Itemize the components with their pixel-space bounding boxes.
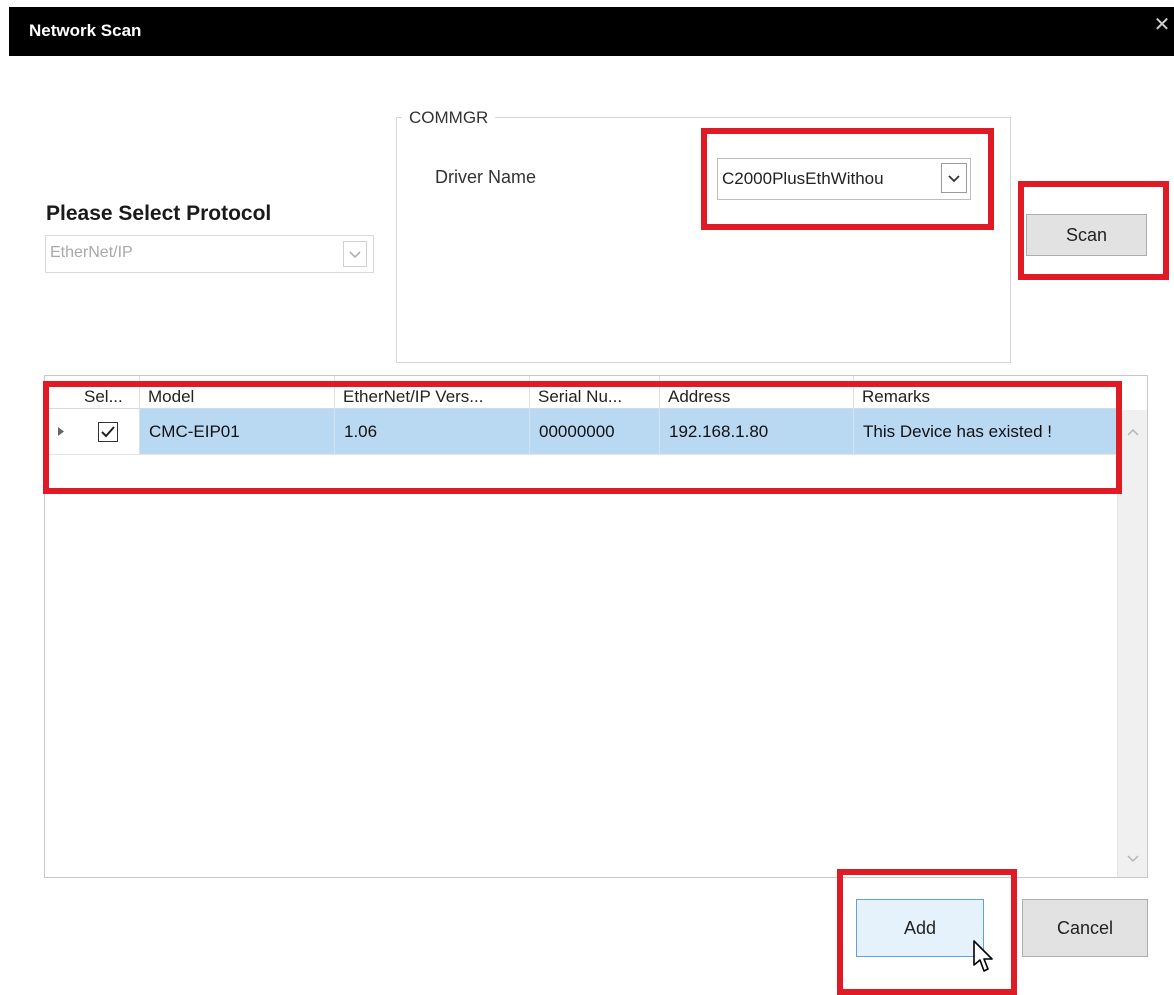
commgr-legend: COMMGR (402, 108, 496, 128)
driver-name-value: C2000PlusEthWithou (722, 169, 884, 188)
column-header-address[interactable]: Address (660, 376, 854, 409)
column-header-model[interactable]: Model (140, 376, 335, 409)
chevron-down-icon[interactable] (343, 241, 367, 267)
table-row[interactable]: CMC-EIP01 1.06 00000000 192.168.1.80 Thi… (45, 409, 1117, 454)
triangle-right-icon (45, 409, 76, 454)
cancel-button[interactable]: Cancel (1022, 899, 1148, 957)
vertical-scrollbar[interactable] (1117, 410, 1147, 877)
cell-version[interactable]: 1.06 (335, 409, 530, 454)
row-select-checkbox[interactable] (97, 421, 118, 442)
cell-serial[interactable]: 00000000 (530, 409, 660, 454)
scan-button[interactable]: Scan (1026, 214, 1147, 256)
cell-model[interactable]: CMC-EIP01 (140, 409, 335, 454)
protocol-dropdown[interactable]: EtherNet/IP (45, 235, 374, 273)
window-title: Network Scan (29, 21, 142, 40)
device-table: Sel... Model EtherNet/IP Vers... Serial … (44, 375, 1148, 878)
column-header-version[interactable]: EtherNet/IP Vers... (335, 376, 530, 409)
cell-address[interactable]: 192.168.1.80 (660, 409, 854, 454)
close-icon[interactable]: ✕ (1150, 12, 1174, 36)
table-header: Sel... Model EtherNet/IP Vers... Serial … (45, 376, 1117, 409)
column-header-select[interactable]: Sel... (76, 376, 140, 409)
protocol-value: EtherNet/IP (50, 244, 133, 261)
column-header-remarks[interactable]: Remarks (854, 376, 1117, 409)
commgr-groupbox (396, 117, 1011, 363)
column-header-serial[interactable]: Serial Nu... (530, 376, 660, 409)
driver-name-dropdown[interactable]: C2000PlusEthWithou (717, 158, 971, 200)
title-bar: Network Scan ✕ (9, 7, 1174, 56)
check-icon (100, 425, 115, 437)
driver-name-label: Driver Name (435, 167, 537, 187)
add-button[interactable]: Add (856, 899, 984, 957)
row-divider (45, 454, 1117, 455)
row-select-cell[interactable] (76, 409, 140, 454)
chevron-down-icon[interactable] (1125, 852, 1141, 864)
chevron-up-icon[interactable] (1125, 426, 1141, 438)
chevron-down-icon[interactable] (941, 163, 967, 193)
protocol-label: Please Select Protocol (46, 202, 272, 225)
cell-remarks[interactable]: This Device has existed ! (854, 409, 1117, 454)
